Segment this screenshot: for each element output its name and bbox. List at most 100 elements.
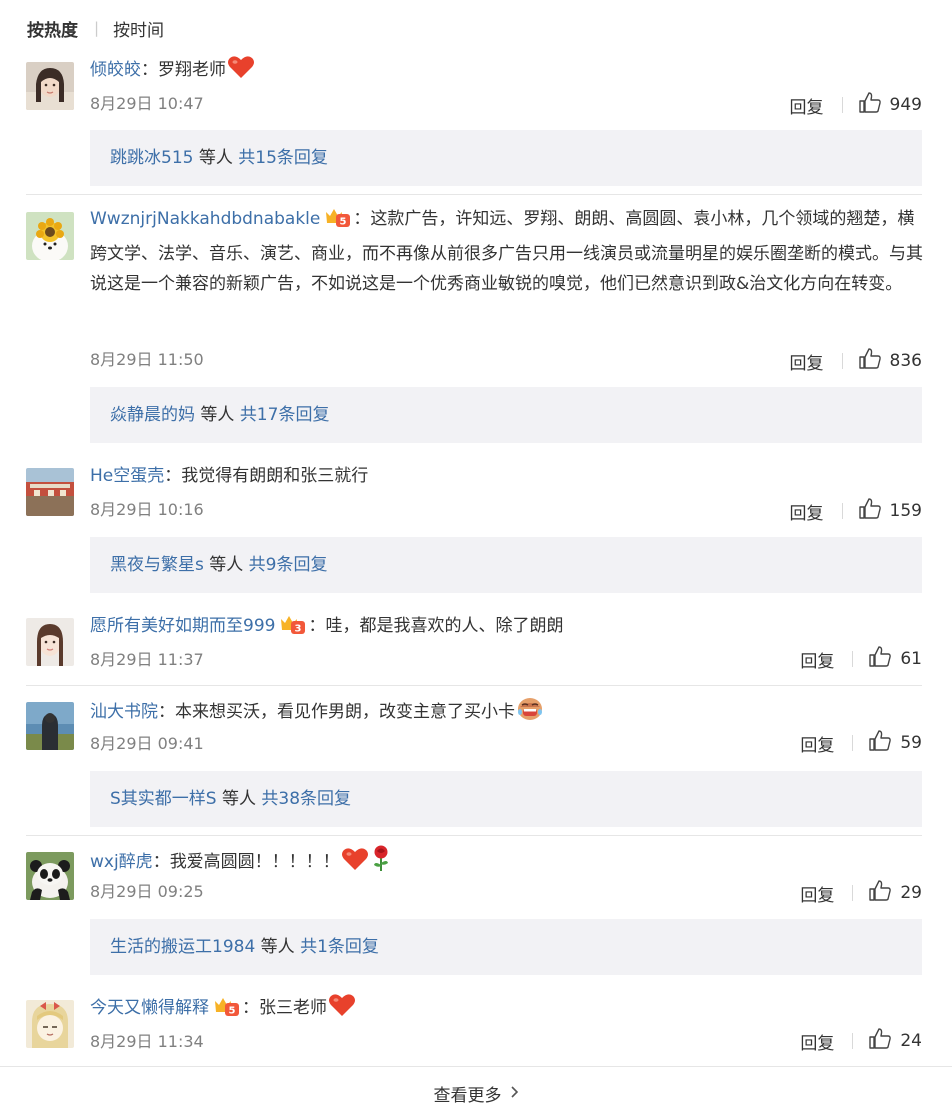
action-divider xyxy=(852,651,854,667)
comment-actions: 回复 949 xyxy=(790,92,922,118)
reply-button[interactable]: 回复 xyxy=(790,349,824,374)
username-link[interactable]: wxj醉虎 xyxy=(90,852,153,872)
reply-total-link[interactable]: 共38条回复 xyxy=(261,789,351,809)
username-link[interactable]: 愿所有美好如期而至999 xyxy=(90,616,275,636)
see-more-label: 查看更多 xyxy=(433,1086,502,1106)
see-more-button[interactable]: 查看更多 xyxy=(0,1066,952,1120)
colon: ： xyxy=(152,852,170,872)
sort-by-time-tab[interactable]: 按时间 xyxy=(113,16,164,41)
comment-actions: 回复 61 xyxy=(800,646,922,672)
comment-body: 本来想买沃，看见作男朗，改变主意了买小卡 xyxy=(175,702,515,722)
comment-text: He空蛋壳：我觉得有朗朗和张三就行 xyxy=(90,461,924,491)
action-divider xyxy=(852,885,854,901)
reply-username[interactable]: S其实都一样S xyxy=(110,789,217,809)
avatar[interactable] xyxy=(26,702,74,750)
comment-actions: 回复 24 xyxy=(800,1028,922,1054)
avatar[interactable] xyxy=(26,468,74,516)
action-divider xyxy=(841,97,843,113)
sort-by-hot-tab[interactable]: 按热度 xyxy=(27,16,78,41)
reply-middle-text: 等人 xyxy=(195,405,240,425)
username-link[interactable]: 汕大书院 xyxy=(90,702,158,722)
reply-username[interactable]: 焱静晨的妈 xyxy=(110,405,195,425)
comment-date: 8月29日 11:34 xyxy=(90,1032,204,1051)
reply-button[interactable]: 回复 xyxy=(800,1029,834,1054)
username-link[interactable]: He空蛋壳 xyxy=(90,466,164,486)
like-count[interactable]: 61 xyxy=(900,649,922,669)
like-count[interactable]: 159 xyxy=(890,501,922,521)
comment-body: 罗翔老师 xyxy=(158,60,226,80)
reply-summary[interactable]: 生活的搬运工1984 等人 共1条回复 xyxy=(90,919,922,975)
reply-total-link[interactable]: 共15条回复 xyxy=(238,148,328,168)
sort-tabs: 按热度 | 按时间 xyxy=(27,14,164,42)
reply-button[interactable]: 回复 xyxy=(800,881,834,906)
thumbs-up-icon[interactable] xyxy=(869,730,892,756)
reply-middle-text: 等人 xyxy=(255,937,301,957)
thumbs-up-icon[interactable] xyxy=(869,1028,892,1054)
svg-text:5: 5 xyxy=(229,1006,236,1017)
reply-middle-text: 等人 xyxy=(216,789,262,809)
username-link[interactable]: 今天又懒得解释 xyxy=(90,998,209,1018)
reply-summary[interactable]: S其实都一样S 等人 共38条回复 xyxy=(90,771,922,827)
reply-summary[interactable]: 焱静晨的妈 等人 共17条回复 xyxy=(90,387,922,443)
comment-body: 我爱高圆圆！！！！！ xyxy=(169,852,340,872)
svg-text:3: 3 xyxy=(295,624,302,635)
reply-button[interactable]: 回复 xyxy=(800,731,834,756)
avatar[interactable] xyxy=(26,212,74,260)
thumbs-up-icon[interactable] xyxy=(858,348,881,374)
avatar[interactable] xyxy=(26,62,74,110)
crying-laugh-emoji xyxy=(516,695,544,731)
colon: ： xyxy=(242,998,259,1018)
like-count[interactable]: 24 xyxy=(900,1031,922,1051)
thumbs-up-icon[interactable] xyxy=(869,646,892,672)
comment-body: 我觉得有朗朗和张三就行 xyxy=(181,466,369,486)
colon: ： xyxy=(164,466,182,486)
reply-total-link[interactable]: 共17条回复 xyxy=(240,405,330,425)
like-count[interactable]: 949 xyxy=(890,95,922,115)
avatar[interactable] xyxy=(26,852,74,900)
reply-button[interactable]: 回复 xyxy=(790,93,824,118)
comment-actions: 回复 29 xyxy=(800,880,922,906)
comment-date: 8月29日 11:37 xyxy=(90,650,204,669)
comment-text: 今天又懒得解释 5 ：张三老师 xyxy=(90,993,924,1027)
avatar[interactable] xyxy=(26,618,74,666)
reply-total-link[interactable]: 共1条回复 xyxy=(300,937,379,957)
comment-text: wxj醉虎：我爱高圆圆！！！！！ xyxy=(90,845,924,881)
reply-total-link[interactable]: 共9条回复 xyxy=(249,555,328,575)
like-count[interactable]: 836 xyxy=(890,351,922,371)
divider xyxy=(26,835,922,836)
reply-username[interactable]: 黑夜与繁星s xyxy=(110,555,204,575)
thumbs-up-icon[interactable] xyxy=(858,92,881,118)
like-count[interactable]: 59 xyxy=(900,733,922,753)
reply-button[interactable]: 回复 xyxy=(800,647,834,672)
thumbs-up-icon[interactable] xyxy=(858,498,881,524)
thumbs-up-icon[interactable] xyxy=(869,880,892,906)
comment-date: 8月29日 09:41 xyxy=(90,734,204,753)
heart-emoji xyxy=(227,55,255,89)
comment-text: 倾皎皎：罗翔老师 xyxy=(90,55,924,89)
action-divider xyxy=(841,353,843,369)
avatar[interactable] xyxy=(26,1000,74,1048)
username-link[interactable]: 倾皎皎 xyxy=(90,60,141,80)
reply-button[interactable]: 回复 xyxy=(790,499,824,524)
chevron-right-icon xyxy=(510,1084,519,1104)
comment-date: 8月29日 11:50 xyxy=(90,350,204,369)
comment-actions: 回复 159 xyxy=(790,498,922,524)
reply-username[interactable]: 生活的搬运工1984 xyxy=(110,937,255,957)
heart-emoji xyxy=(328,993,356,1027)
colon: ： xyxy=(158,702,175,722)
vip-5-badge[interactable]: 5 xyxy=(323,206,351,239)
reply-summary[interactable]: 黑夜与繁星s 等人 共9条回复 xyxy=(90,537,922,593)
like-count[interactable]: 29 xyxy=(900,883,922,903)
comment-actions: 回复 59 xyxy=(800,730,922,756)
vip-5-badge[interactable]: 5 xyxy=(212,995,240,1027)
action-divider xyxy=(852,735,854,751)
reply-summary[interactable]: 跳跳冰515 等人 共15条回复 xyxy=(90,130,922,186)
username-link[interactable]: WwznjrjNakkahdbdnabakle xyxy=(90,209,320,229)
comment-body: 张三老师 xyxy=(259,998,327,1018)
comment-date: 8月29日 09:25 xyxy=(90,882,204,901)
colon: ： xyxy=(353,209,371,229)
vip-3-badge[interactable]: 3 xyxy=(278,613,306,645)
comment-text: WwznjrjNakkahdbdnabakle 5 ：这款广告，许知远、罗翔、朗朗、… xyxy=(90,204,924,300)
reply-username[interactable]: 跳跳冰515 xyxy=(110,148,193,168)
comment-date: 8月29日 10:16 xyxy=(90,500,204,519)
